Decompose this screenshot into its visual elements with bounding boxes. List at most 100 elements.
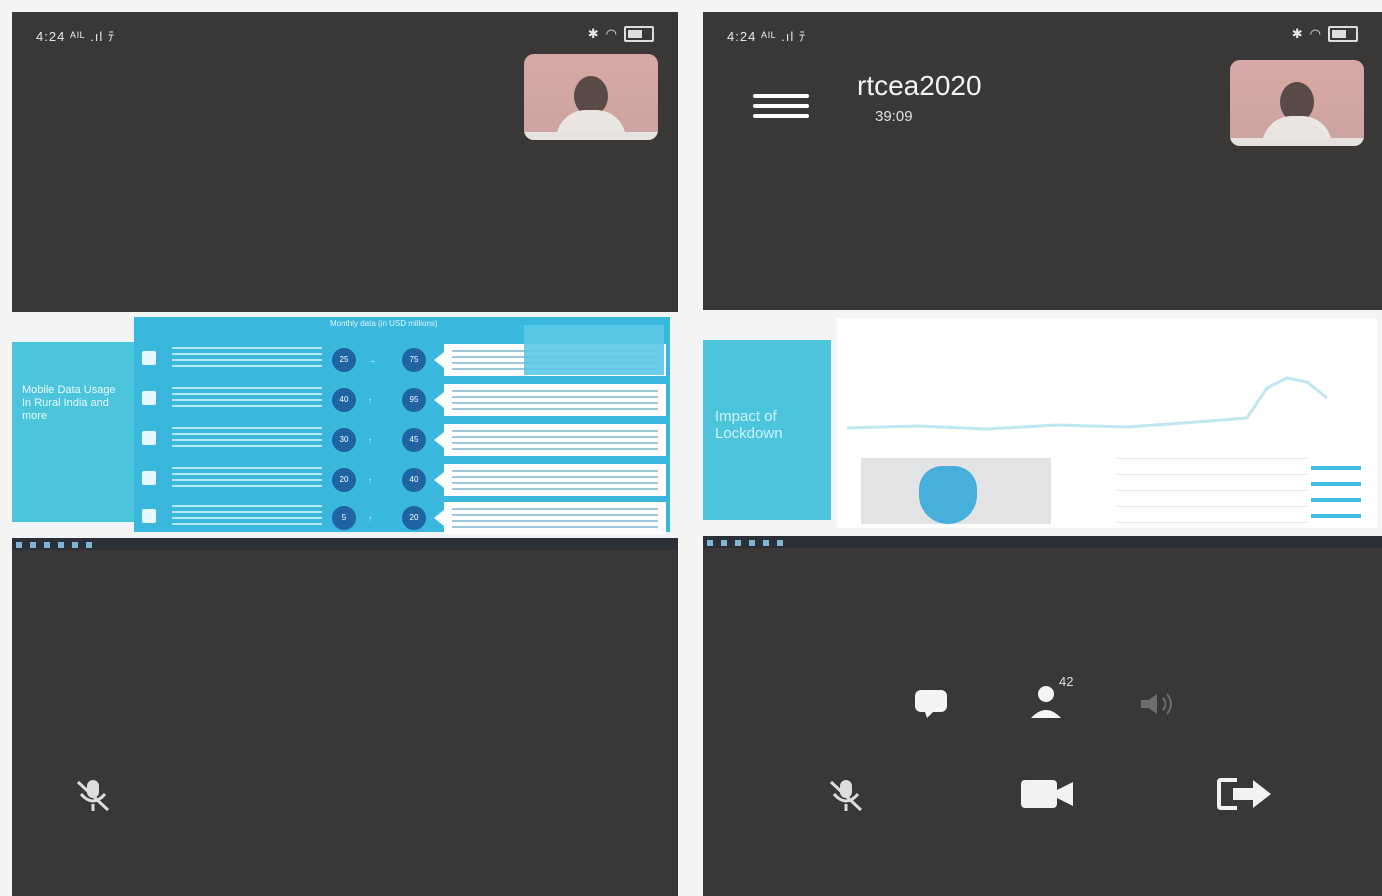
windows-taskbar [703,536,1382,548]
meeting-timer: 39:09 [875,108,913,125]
status-time-text: 4:24 [36,29,66,44]
participants-count: 42 [1059,674,1074,689]
headphone-icon: ◠ [605,26,618,41]
status-time: 4:24 ᴬᴵᴸ .ıl ﾃ [36,26,115,45]
growth-arrow: ↑ [368,514,372,523]
mini-table [524,325,664,375]
row-icon [142,431,156,445]
signal-icon: ᴬᴵᴸ .ıl ﾃ [760,29,807,44]
infographic-header: Monthly data (in USD millions) [330,319,438,328]
infographic: Monthly data (in USD millions) 25 → 75 4… [134,317,670,534]
menu-bar [753,94,809,98]
taskbar-icon [777,540,783,546]
windows-taskbar [12,538,678,550]
slide-side-panel [12,342,134,522]
speaker-button[interactable] [1135,688,1179,720]
row-desc [172,427,322,449]
map [861,458,1051,524]
taskbar-icon [707,540,713,546]
legend-bar [1311,466,1361,470]
meeting-title: rtcea2020 [857,70,982,101]
mic-muted-icon [76,780,110,812]
shared-screen: Mobile Data Usage In Rural India and mor… [12,312,678,550]
video-icon [1021,780,1073,808]
signal-icon: ᴬᴵᴸ .ıl ﾃ [69,29,116,44]
headphone-icon: ◠ [1309,26,1322,41]
menu-bar [753,114,809,118]
value-left: 40 [332,388,356,412]
row-icon [142,351,156,365]
value-left: 5 [332,506,356,530]
taskbar-icon [749,540,755,546]
thumbnail-band [524,132,658,140]
row-note-text [452,390,658,410]
slide-side-text: Impact of Lockdown [715,408,783,442]
value-right: 45 [402,428,426,452]
india-map-shape [919,466,977,524]
growth-arrow: → [368,356,376,365]
mute-button[interactable] [72,776,114,814]
row-icon [142,471,156,485]
taskbar-icon [16,542,22,548]
status-icons: ✱ ◠ [588,26,654,42]
left-phone-screen: 4:24 ᴬᴵᴸ .ıl ﾃ ✱ ◠ Mobile Data Usage In … [12,12,678,896]
chat-button[interactable] [911,686,951,720]
infographic-row: 5 ↑ 20 [134,499,670,537]
menu-bar [753,104,809,108]
row-desc [172,347,322,369]
taskbar-icon [58,542,64,548]
taskbar-icon [735,540,741,546]
taskbar-icon [763,540,769,546]
shared-screen: Impact of Lockdown [703,310,1382,548]
trend-line-chart [846,376,1328,431]
status-time: 4:24 ᴬᴵᴸ .ıl ﾃ [727,26,806,45]
right-phone-screen: 4:24 ᴬᴵᴸ .ıl ﾃ ✱ ◠ rtcea2020 39:09 Impac… [703,12,1382,896]
video-button[interactable] [1017,774,1077,814]
value-right: 75 [402,348,426,372]
infographic-row: 40 ↑ 95 [134,381,670,419]
slide-side-text: Mobile Data Usage In Rural India and mor… [22,384,116,422]
row-note [434,424,666,456]
mute-button[interactable] [825,776,867,814]
speaker-icon [1141,693,1172,715]
battery-icon [1328,26,1358,42]
self-video-thumbnail[interactable] [524,54,658,140]
row-desc [172,467,322,489]
value-left: 30 [332,428,356,452]
legend-bar [1311,498,1361,502]
leave-button[interactable] [1215,776,1277,812]
legend-bar [1311,514,1361,518]
region-list [1117,458,1307,528]
value-right: 20 [402,506,426,530]
bluetooth-icon: ✱ [587,26,600,41]
chat-icon [915,690,947,718]
taskbar-icon [72,542,78,548]
self-video-thumbnail[interactable] [1230,60,1364,146]
row-desc [172,387,322,409]
battery-icon [624,26,654,42]
value-right: 40 [402,468,426,492]
row-note [434,502,666,534]
row-note-text [452,430,658,450]
bluetooth-icon: ✱ [1291,26,1304,41]
value-left: 20 [332,468,356,492]
leave-icon [1217,778,1271,810]
row-note [434,384,666,416]
menu-icon[interactable] [753,94,809,120]
trend-line [846,376,1328,431]
row-desc [172,505,322,527]
row-note-text [452,508,658,528]
row-note [434,464,666,496]
infographic-row: 30 ↑ 45 [134,421,670,459]
value-left: 25 [332,348,356,372]
status-time-text: 4:24 [727,29,757,44]
row-icon [142,509,156,523]
row-note-text [452,470,658,490]
taskbar-icon [30,542,36,548]
row-icon [142,391,156,405]
taskbar-icon [721,540,727,546]
mic-muted-icon [829,780,863,812]
taskbar-icon [44,542,50,548]
trend-dashboard [837,318,1377,528]
infographic-row: 20 ↑ 40 [134,461,670,499]
